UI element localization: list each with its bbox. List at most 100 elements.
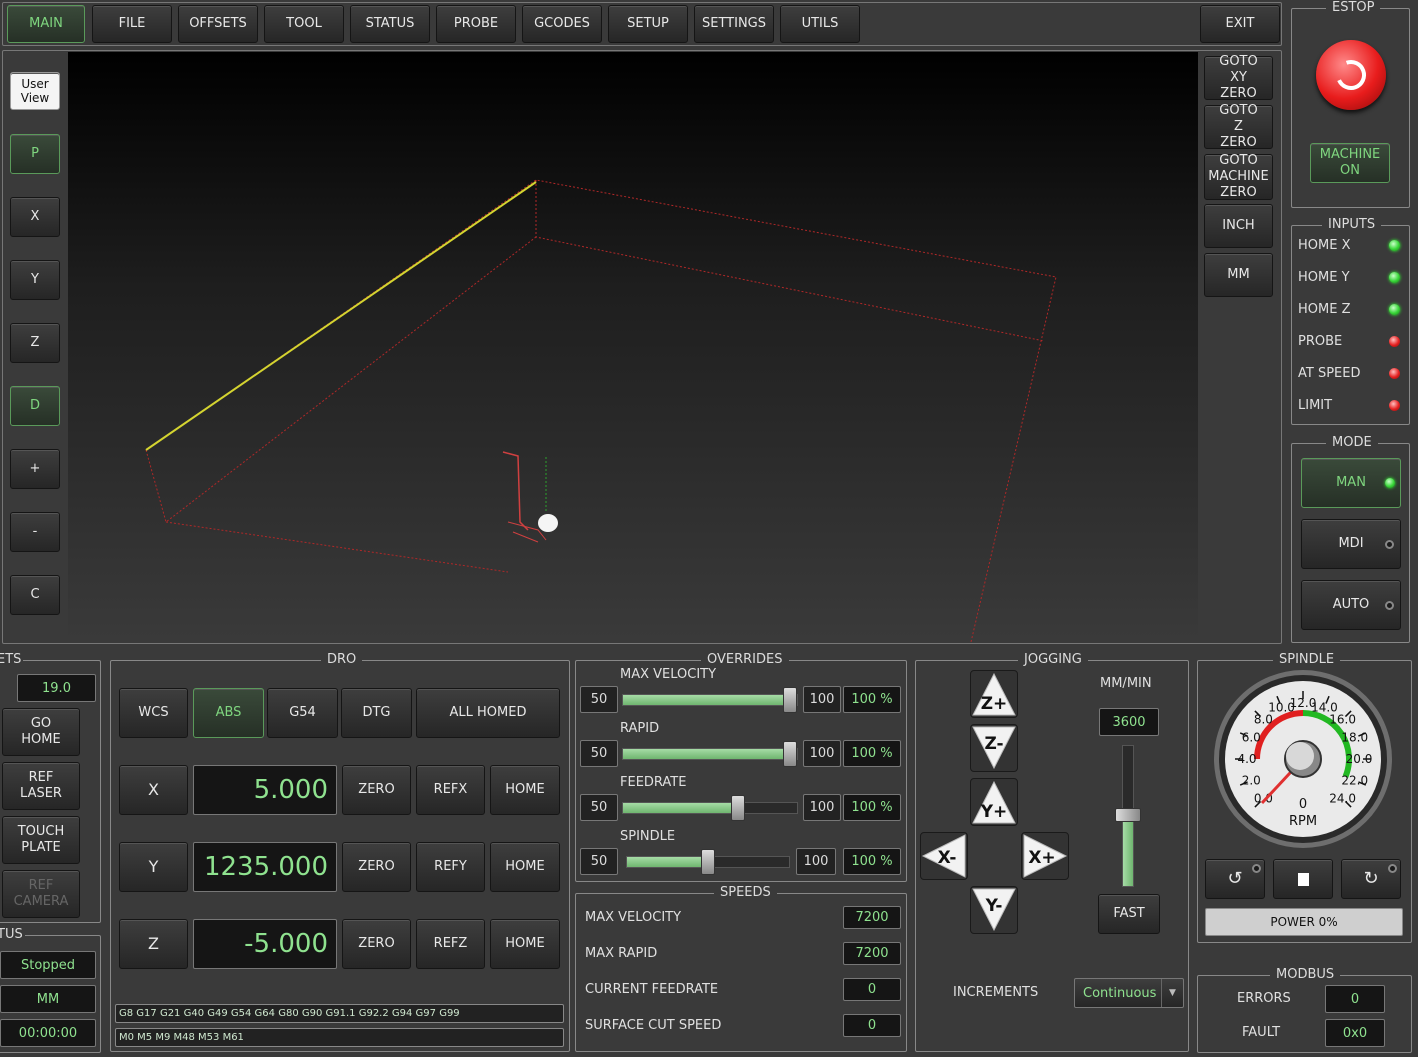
- stop-icon: [1297, 872, 1309, 886]
- jog-x-plus-button[interactable]: X+: [1021, 832, 1069, 880]
- tab-gcodes[interactable]: GCODES: [522, 5, 602, 43]
- jog-rate-slider[interactable]: [1115, 745, 1141, 887]
- zero-z-button[interactable]: ZERO: [342, 919, 411, 969]
- wcs-button[interactable]: WCS: [119, 688, 188, 738]
- dtg-button[interactable]: DTG: [341, 688, 412, 738]
- abs-button[interactable]: ABS: [193, 688, 264, 738]
- input-home-x-label: HOME X: [1298, 238, 1351, 253]
- goto-z-zero-button[interactable]: GOTO Z ZERO: [1204, 103, 1273, 150]
- gauge-tick-label: 2.0: [1242, 773, 1261, 787]
- override-spindle-slider[interactable]: [626, 849, 790, 875]
- offset-value-display: 19.0: [17, 674, 96, 702]
- mm-button[interactable]: MM: [1204, 253, 1273, 297]
- mode-mdi-label: MDI: [1338, 536, 1364, 551]
- toolpath-line: [145, 181, 537, 451]
- tab-offsets[interactable]: OFFSETS: [178, 5, 258, 43]
- mode-mdi-button[interactable]: MDI: [1301, 519, 1401, 569]
- mode-auto-button[interactable]: AUTO: [1301, 580, 1401, 630]
- spindle-ccw-button[interactable]: ↺: [1205, 859, 1265, 899]
- tab-main[interactable]: MAIN: [7, 5, 85, 43]
- mode-man-button[interactable]: MAN: [1301, 458, 1401, 508]
- arrow-right-icon: X+: [1023, 834, 1068, 878]
- override-max-velocity-slider[interactable]: [622, 687, 798, 713]
- spindle-cw-button[interactable]: ↻: [1341, 859, 1401, 899]
- estop-title: ESTOP: [1326, 0, 1381, 15]
- goto-xy-zero-button[interactable]: GOTO XY ZERO: [1204, 54, 1273, 101]
- override-spindle-max: 100: [796, 848, 836, 875]
- goto-machine-zero-button[interactable]: GOTO MACHINE ZERO: [1204, 153, 1273, 200]
- all-homed-button[interactable]: ALL HOMED: [416, 688, 560, 738]
- tab-probe[interactable]: PROBE: [436, 5, 516, 43]
- view-p-button[interactable]: P: [10, 134, 60, 174]
- touch-plate-button[interactable]: TOUCH PLATE: [2, 816, 80, 864]
- view-z-button[interactable]: Z: [10, 323, 60, 363]
- rotate-ccw-icon: ↺: [1227, 868, 1243, 889]
- inputs-panel: INPUTS: [1291, 217, 1410, 425]
- ref-laser-button[interactable]: REF LASER: [2, 762, 80, 810]
- view-y-button[interactable]: Y: [10, 260, 60, 300]
- jog-rate-slider-knob[interactable]: [1115, 808, 1141, 822]
- machine-on-button[interactable]: MACHINE ON: [1310, 143, 1390, 183]
- zero-y-button[interactable]: ZERO: [342, 842, 411, 892]
- rotate-cw-icon: ↻: [1363, 868, 1379, 889]
- modbus-fault-label: FAULT: [1242, 1025, 1281, 1040]
- input-limit-label: LIMIT: [1298, 398, 1333, 413]
- g54-button[interactable]: G54: [267, 688, 338, 738]
- user-view-select[interactable]: User View: [10, 72, 60, 110]
- spindle-cw-led: [1388, 864, 1397, 873]
- home-z-button[interactable]: HOME: [490, 919, 560, 969]
- override-rapid-slider[interactable]: [622, 741, 798, 767]
- zoom-out-button[interactable]: -: [10, 512, 60, 552]
- jog-y-minus-button[interactable]: Y-: [970, 886, 1018, 934]
- tab-utils[interactable]: UTILS: [780, 5, 860, 43]
- active-gcodes: G8 G17 G21 G40 G49 G54 G64 G80 G90 G91.1…: [115, 1004, 564, 1023]
- chevron-down-icon: ▼: [1161, 979, 1183, 1007]
- view-x-button[interactable]: X: [10, 197, 60, 237]
- toolpath-preview[interactable]: [68, 52, 1198, 642]
- home-y-button[interactable]: HOME: [490, 842, 560, 892]
- go-home-button[interactable]: GO HOME: [2, 708, 80, 756]
- tool-marker: [502, 451, 558, 543]
- override-feedrate-slider[interactable]: [622, 795, 798, 821]
- spindle-title: SPINDLE: [1273, 652, 1341, 667]
- speeds-title: SPEEDS: [714, 885, 777, 900]
- ref-z-button[interactable]: REFZ: [416, 919, 485, 969]
- mode-auto-label: AUTO: [1332, 597, 1370, 612]
- gauge-tick-label: 18.0: [1341, 731, 1368, 745]
- home-x-button[interactable]: HOME: [490, 765, 560, 815]
- estop-button[interactable]: [1316, 40, 1386, 110]
- override-max-velocity-value: 100 %: [843, 686, 901, 713]
- tab-tool[interactable]: TOOL: [264, 5, 344, 43]
- jog-y-plus-button[interactable]: Y+: [970, 778, 1018, 826]
- clear-button[interactable]: C: [10, 575, 60, 615]
- jog-z-plus-button[interactable]: Z+: [970, 670, 1018, 718]
- jog-fast-button[interactable]: FAST: [1098, 894, 1160, 934]
- speed-max-rapid-value: 7200: [843, 942, 901, 965]
- exit-button[interactable]: EXIT: [1200, 5, 1280, 43]
- view-d-button[interactable]: D: [10, 386, 60, 426]
- speed-current-feedrate-value: 0: [843, 978, 901, 1001]
- tab-setup[interactable]: SETUP: [608, 5, 688, 43]
- active-mcodes: M0 M5 M9 M48 M53 M61: [115, 1028, 564, 1047]
- jog-y-minus-label: Y-: [985, 896, 1003, 916]
- speed-max-velocity-value: 7200: [843, 906, 901, 929]
- zero-x-button[interactable]: ZERO: [342, 765, 411, 815]
- jog-x-minus-button[interactable]: X-: [920, 832, 968, 880]
- jog-x-minus-label: X-: [938, 848, 957, 868]
- gauge-tick-label: 6.0: [1242, 731, 1261, 745]
- zoom-in-button[interactable]: +: [10, 449, 60, 489]
- ref-camera-button[interactable]: REF CAMERA: [2, 870, 80, 918]
- increments-select[interactable]: Continuous ▼: [1074, 978, 1184, 1008]
- modbus-errors-label: ERRORS: [1237, 991, 1291, 1006]
- input-limit-led: [1389, 400, 1400, 411]
- jog-units-label: MM/MIN: [1100, 676, 1152, 691]
- tab-settings[interactable]: SETTINGS: [694, 5, 774, 43]
- spindle-stop-button[interactable]: [1273, 859, 1333, 899]
- jog-z-minus-button[interactable]: Z-: [970, 724, 1018, 772]
- tab-file[interactable]: FILE: [92, 5, 172, 43]
- ref-x-button[interactable]: REFX: [416, 765, 485, 815]
- inch-button[interactable]: INCH: [1204, 204, 1273, 248]
- mode-auto-led: [1385, 601, 1394, 610]
- ref-y-button[interactable]: REFY: [416, 842, 485, 892]
- tab-status[interactable]: STATUS: [350, 5, 430, 43]
